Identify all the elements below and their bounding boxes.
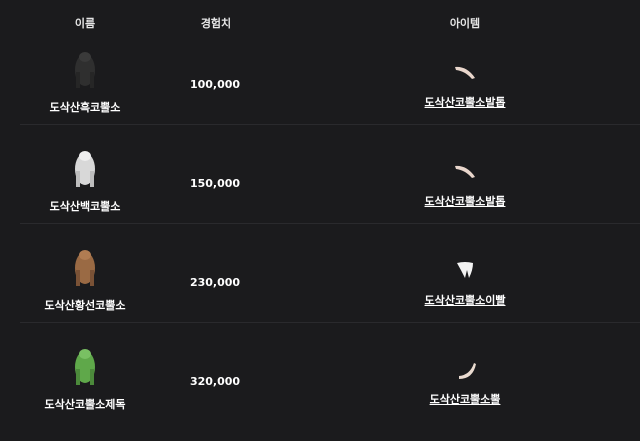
- item-link[interactable]: 도삭산코뿔소이빨: [425, 292, 506, 308]
- exp-value: 230,000: [189, 276, 241, 289]
- rhino-monster-icon: [75, 151, 95, 187]
- table-row: 도삭산황선코뿔소 230,000 도삭산코뿔소이빨: [20, 224, 640, 323]
- item-link[interactable]: 도삭산코뿔소뿔: [430, 391, 501, 407]
- monster-name: 도삭산백코뿔소: [49, 200, 121, 213]
- horn-icon: [459, 363, 476, 379]
- rhino-monster-icon: [75, 250, 95, 286]
- rhino-monster-icon: [75, 52, 95, 88]
- exp-value: 150,000: [189, 177, 241, 190]
- exp-value: 100,000: [189, 78, 241, 91]
- item-link[interactable]: 도삭산코뿔소발톱: [425, 94, 506, 110]
- rhino-monster-icon: [75, 349, 95, 385]
- table-row: 도삭산백코뿔소 150,000 도삭산코뿔소발톱: [20, 125, 640, 224]
- item-link[interactable]: 도삭산코뿔소발톱: [425, 193, 506, 209]
- monster-name: 도삭산코뿔소제독: [44, 398, 126, 411]
- monster-drop-table: 이름 경험치 아이템 도삭산흑코뿔소 100,000 도삭산코뿔소발톱 도삭산백…: [0, 0, 640, 441]
- table-row: 도삭산흑코뿔소 100,000 도삭산코뿔소발톱: [20, 26, 640, 125]
- claw-icon: [455, 165, 475, 178]
- exp-value: 320,000: [189, 375, 241, 388]
- tooth-icon: [457, 262, 473, 278]
- monster-name: 도삭산황선코뿔소: [44, 299, 126, 312]
- claw-icon: [455, 66, 475, 79]
- monster-name: 도삭산흑코뿔소: [49, 101, 121, 114]
- table-row: 도삭산코뿔소제독 320,000 도삭산코뿔소뿔: [20, 323, 640, 422]
